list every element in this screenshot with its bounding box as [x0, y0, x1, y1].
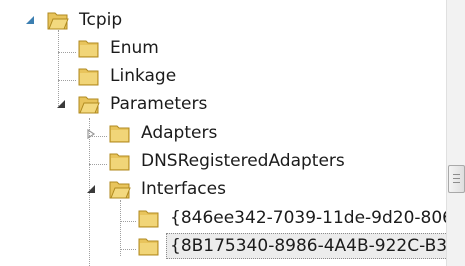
tree-node-enum[interactable]: Enum — [77, 35, 163, 61]
tree-node-label: Parameters — [110, 94, 208, 114]
tree-node-label: Enum — [110, 38, 159, 58]
tree-node-label: {846ee342-7039-11de-9d20-806e — [170, 208, 446, 228]
folder-open-icon — [77, 93, 100, 115]
tree-node-interface-8b175340[interactable]: {8B175340-8986-4A4B-922C-B32 — [137, 233, 446, 259]
tree-node-label: Linkage — [110, 66, 177, 86]
folder-icon — [108, 150, 131, 172]
registry-tree-view: Tcpip Enum Linkage Parameters Adapters D… — [0, 0, 446, 266]
collapse-arrow-icon[interactable] — [23, 13, 37, 27]
folder-open-icon — [108, 178, 131, 200]
folder-icon — [137, 207, 160, 229]
tree-node-tcpip[interactable]: Tcpip — [46, 7, 126, 33]
tree-connector — [120, 249, 136, 250]
tree-node-label: Interfaces — [141, 179, 226, 199]
tree-connector — [58, 52, 76, 53]
tree-node-label: DNSRegisteredAdapters — [141, 151, 345, 171]
folder-icon — [108, 122, 131, 144]
tree-node-dnsregisteredadapters[interactable]: DNSRegisteredAdapters — [108, 148, 349, 174]
tree-node-parameters[interactable]: Parameters — [77, 91, 211, 117]
collapse-arrow-icon[interactable] — [84, 182, 98, 196]
tree-node-adapters[interactable]: Adapters — [108, 120, 221, 146]
folder-icon — [77, 37, 100, 59]
tree-node-label: {8B175340-8986-4A4B-922C-B32 — [166, 233, 446, 259]
tree-connector — [58, 30, 59, 106]
tree-node-label: Tcpip — [79, 10, 123, 30]
vertical-scrollbar[interactable] — [446, 0, 465, 266]
tree-node-label: Adapters — [141, 123, 218, 143]
grip-line — [453, 182, 460, 183]
expand-arrow-icon[interactable] — [84, 127, 98, 141]
tree-connector — [120, 221, 136, 222]
tree-node-linkage[interactable]: Linkage — [77, 63, 180, 89]
scrollbar-thumb[interactable] — [448, 165, 465, 193]
tree-node-interfaces[interactable]: Interfaces — [108, 176, 230, 202]
tree-connector — [58, 80, 76, 81]
folder-icon — [77, 65, 100, 87]
tree-connector — [89, 164, 107, 165]
tree-connector — [120, 200, 121, 256]
tree-node-interface-846ee342[interactable]: {846ee342-7039-11de-9d20-806e — [137, 205, 446, 231]
grip-line — [453, 174, 460, 175]
folder-icon — [137, 235, 160, 257]
folder-open-icon — [46, 9, 69, 31]
collapse-arrow-icon[interactable] — [54, 97, 68, 111]
grip-line — [453, 178, 460, 179]
